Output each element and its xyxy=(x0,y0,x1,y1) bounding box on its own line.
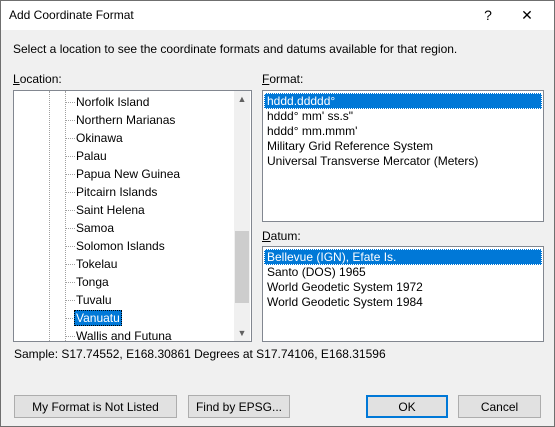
scroll-up-icon[interactable]: ▲ xyxy=(234,91,250,107)
datum-label: Datum: xyxy=(262,229,301,243)
format-list[interactable]: hddd.ddddd° hddd° mm' ss.s" hddd° mm.mmm' M… xyxy=(262,90,544,222)
location-item[interactable]: Samoa xyxy=(74,220,116,236)
location-item[interactable]: Pitcairn Islands xyxy=(74,184,159,200)
title-bar: Add Coordinate Format ? ✕ xyxy=(1,1,554,30)
location-item[interactable]: Saint Helena xyxy=(74,202,147,218)
format-item[interactable]: hddd° mm' ss.s" xyxy=(264,108,356,124)
datum-item[interactable]: Bellevue (IGN), Efate Is. xyxy=(264,249,542,265)
location-item[interactable]: Tuvalu xyxy=(74,292,114,308)
location-item[interactable]: Northern Marianas xyxy=(74,112,177,128)
format-item[interactable]: hddd° mm.mmm' xyxy=(264,123,360,139)
ok-button[interactable]: OK xyxy=(366,395,448,418)
location-item[interactable]: Palau xyxy=(74,148,109,164)
format-item[interactable]: Military Grid Reference System xyxy=(264,138,436,154)
location-item[interactable]: Vanuatu xyxy=(74,310,122,326)
location-item[interactable]: Okinawa xyxy=(74,130,125,146)
location-item[interactable]: Papua New Guinea xyxy=(74,166,182,182)
find-by-epsg-button[interactable]: Find by EPSG... xyxy=(188,395,290,418)
location-item[interactable]: Wallis and Futuna xyxy=(74,328,174,341)
format-item[interactable]: hddd.ddddd° xyxy=(264,93,542,109)
location-item[interactable]: Tonga xyxy=(74,274,111,290)
my-format-not-listed-button[interactable]: My Format is Not Listed xyxy=(14,395,177,418)
close-icon[interactable]: ✕ xyxy=(510,4,544,26)
cancel-button[interactable]: Cancel xyxy=(458,395,541,418)
datum-list[interactable]: Bellevue (IGN), Efate Is. Santo (DOS) 196… xyxy=(262,246,544,342)
location-tree[interactable]: Norfolk Island Northern Marianas Okinawa Pa… xyxy=(13,90,252,342)
add-coordinate-format-dialog: Add Coordinate Format ? ✕ Select a locat… xyxy=(0,0,555,427)
location-item[interactable]: Norfolk Island xyxy=(74,94,151,110)
scroll-thumb[interactable] xyxy=(235,231,249,303)
help-icon[interactable]: ? xyxy=(475,4,501,26)
datum-item[interactable]: Santo (DOS) 1965 xyxy=(264,264,369,280)
datum-item[interactable]: World Geodetic System 1972 xyxy=(264,279,426,295)
location-scrollbar[interactable]: ▲ ▼ xyxy=(234,91,250,341)
sample-text: Sample: S17.74552, E168.30861 Degrees at… xyxy=(14,347,386,361)
format-label: Format: xyxy=(262,72,304,86)
location-label: Location: xyxy=(13,72,62,86)
location-item[interactable]: Solomon Islands xyxy=(74,238,167,254)
instructions-text: Select a location to see the coordinate … xyxy=(13,42,458,56)
scroll-down-icon[interactable]: ▼ xyxy=(234,325,250,341)
datum-item[interactable]: World Geodetic System 1984 xyxy=(264,294,426,310)
window-title: Add Coordinate Format xyxy=(9,8,134,22)
location-item[interactable]: Tokelau xyxy=(74,256,119,272)
format-item[interactable]: Universal Transverse Mercator (Meters) xyxy=(264,153,481,169)
